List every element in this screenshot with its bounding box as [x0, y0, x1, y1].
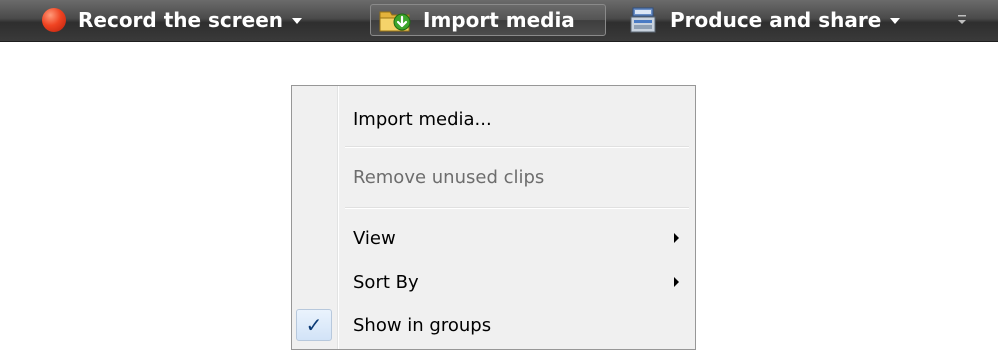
menu-item-label: Import media... — [353, 108, 492, 130]
produce-and-share-label: Produce and share — [670, 8, 882, 32]
menu-item-show-in-groups[interactable]: ✓ Show in groups — [294, 306, 693, 344]
import-folder-icon — [379, 11, 411, 32]
produce-share-icon — [630, 7, 656, 33]
chevron-down-icon[interactable] — [292, 18, 303, 24]
toolbar: Record the screen Import media Produce a… — [0, 0, 998, 42]
chevron-down-icon[interactable] — [890, 18, 901, 24]
produce-and-share-button[interactable]: Produce and share — [630, 4, 901, 36]
record-icon — [42, 8, 66, 32]
submenu-arrow-icon — [674, 277, 679, 287]
import-media-label: Import media — [423, 8, 575, 32]
menu-item-sort-by[interactable]: Sort By — [294, 263, 693, 301]
import-media-button[interactable]: Import media — [370, 4, 606, 36]
record-screen-button[interactable]: Record the screen — [42, 4, 303, 36]
menu-item-label: Show in groups — [353, 314, 492, 336]
checkmark-icon: ✓ — [296, 309, 332, 341]
menu-separator — [345, 146, 689, 148]
menu-item-label: Sort By — [353, 271, 419, 293]
toolbar-overflow-icon[interactable] — [956, 13, 968, 27]
menu-item-import-media[interactable]: Import media... — [294, 100, 693, 138]
menu-item-label: Remove unused clips — [353, 166, 545, 188]
menu-item-view[interactable]: View — [294, 219, 693, 257]
menu-separator — [345, 207, 689, 209]
submenu-arrow-icon — [674, 233, 679, 243]
record-screen-label: Record the screen — [78, 8, 284, 32]
menu-item-remove-unused-clips: Remove unused clips — [294, 158, 693, 196]
context-menu: Import media... Remove unused clips View… — [291, 85, 696, 350]
menu-item-label: View — [353, 227, 396, 249]
